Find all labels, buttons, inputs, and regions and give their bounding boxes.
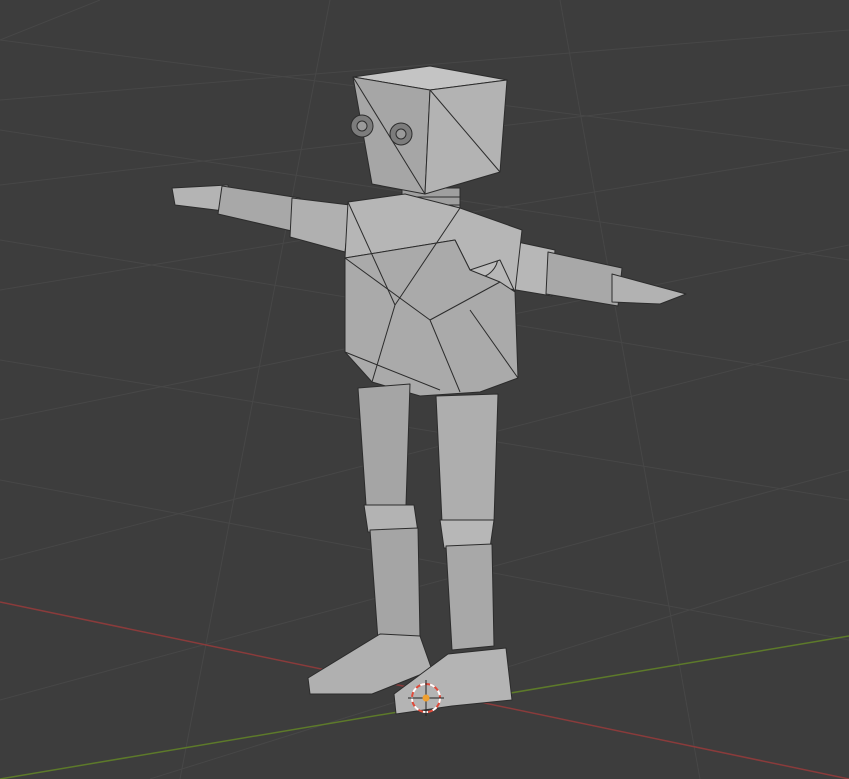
left-upper-arm	[289, 197, 351, 253]
left-shin	[369, 527, 421, 641]
viewport-canvas[interactable]	[0, 0, 849, 779]
grid-line	[0, 0, 101, 41]
grid-line	[179, 0, 331, 779]
left-forearm	[217, 185, 301, 233]
right-eye-inner	[395, 128, 407, 140]
right-forearm	[545, 251, 623, 307]
object-origin-dot	[422, 694, 430, 702]
left-thigh	[357, 383, 411, 506]
3d-viewport[interactable]	[0, 0, 849, 779]
right-thigh	[435, 393, 499, 523]
right-hand	[611, 273, 687, 305]
left-eye-inner	[356, 120, 368, 132]
head-side	[424, 79, 508, 195]
robot-mesh[interactable]	[171, 65, 687, 715]
grid-line	[559, 0, 701, 779]
right-shin	[445, 543, 495, 651]
